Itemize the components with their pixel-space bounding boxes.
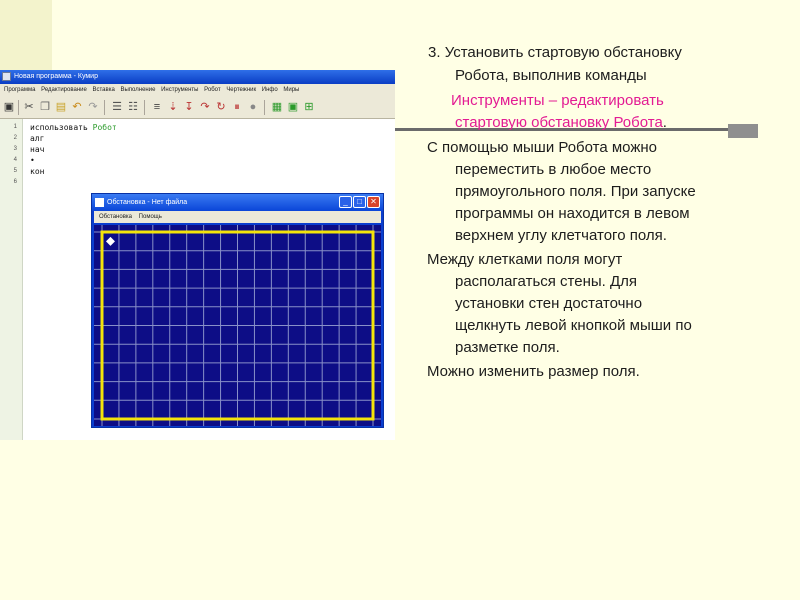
toolbar-separator: [18, 100, 19, 115]
menu-edit[interactable]: Редактирование: [41, 87, 87, 93]
line-number: 2: [13, 135, 17, 141]
menu-help[interactable]: Помощь: [139, 214, 162, 220]
paragraph2-line: разметке поля.: [455, 339, 560, 356]
kumir-app-icon: [2, 72, 11, 81]
menu-program[interactable]: Программа: [4, 87, 35, 93]
toolbar-separator: [264, 100, 265, 115]
paragraph1-line: прямоугольного поля. При запуске: [455, 183, 696, 200]
menu-insert[interactable]: Вставка: [93, 87, 115, 93]
step-over-icon[interactable]: ↷: [198, 100, 212, 114]
kumir-title-bar: Новая программа - Кумир: [0, 70, 395, 84]
code-line: нач: [30, 145, 45, 154]
pause-icon[interactable]: ⏸: [230, 100, 244, 114]
code-module-name: Робот: [92, 123, 117, 132]
paragraph1-line: С помощью мыши Робота можно: [427, 139, 658, 156]
robot-icon: [105, 236, 115, 246]
document-icon[interactable]: ☰: [110, 100, 124, 114]
close-icon[interactable]: ✕: [367, 196, 380, 208]
paragraph1-line: верхнем углу клетчатого поля.: [455, 227, 667, 244]
redo-icon[interactable]: ↷: [86, 100, 100, 114]
instruction-line1: Инструменты – редактировать: [451, 92, 664, 109]
minimize-icon[interactable]: _: [339, 196, 352, 208]
step-list-icon[interactable]: ≡: [150, 100, 164, 114]
menu-tools[interactable]: Инструменты: [161, 87, 198, 93]
paragraph2-line: Между клетками поля могут: [427, 251, 623, 268]
robot-field[interactable]: [94, 225, 381, 426]
kumir-toolbar: ▣ ✂ ❐ ▤ ↶ ↷ ☰ ☷ ≡ ⇣ ↧ ↷ ↻ ⏸ ● ▦ ▣ ⊞: [0, 97, 395, 119]
document-list-icon[interactable]: ☷: [126, 100, 140, 114]
code-keyword: использовать: [30, 123, 88, 132]
menu-info[interactable]: Инфо: [262, 87, 278, 93]
code-line: алг: [30, 134, 45, 143]
menu-obstanovka[interactable]: Обстановка: [99, 214, 132, 220]
instruction-period: .: [662, 114, 667, 131]
code-line: использовать Робот: [30, 122, 117, 133]
menu-run[interactable]: Выполнение: [120, 87, 155, 93]
code-editor[interactable]: использовать Робот алг нач • кон: [30, 122, 117, 177]
paragraph2-line: щелкнуть левой кнопкой мыши по: [455, 317, 692, 334]
save-icon[interactable]: ▣: [2, 100, 16, 114]
paragraph2-line: установки стен достаточно: [455, 295, 643, 312]
menu-worlds[interactable]: Миры: [283, 87, 299, 93]
kumir-title: Новая программа - Кумир: [14, 73, 98, 80]
menu-robot[interactable]: Робот: [204, 87, 220, 93]
line-number-gutter: 1 2 3 4 5 6: [0, 119, 23, 440]
step-out-icon[interactable]: ↻: [214, 100, 228, 114]
toolbar-separator: [144, 100, 145, 115]
step-into-icon[interactable]: ↧: [182, 100, 196, 114]
obstanovka-title-bar: Обстановка - Нет файла _ □ ✕: [92, 194, 383, 211]
robot-window-icon[interactable]: ⊞: [302, 100, 316, 114]
step-number: 3.: [428, 44, 441, 61]
slide-corner-band: [0, 0, 52, 70]
obstanovka-title: Обстановка - Нет файла: [107, 199, 188, 206]
paste-icon[interactable]: ▤: [54, 100, 68, 114]
line-number: 3: [13, 146, 17, 152]
maximize-icon[interactable]: □: [353, 196, 366, 208]
kumir-menu-bar: Программа Редактирование Вставка Выполне…: [0, 84, 395, 97]
obstanovka-window: Обстановка - Нет файла _ □ ✕ Обстановка …: [91, 193, 384, 428]
menu-drawer[interactable]: Чертежник: [226, 87, 256, 93]
paragraph2-line: располагаться стены. Для: [455, 273, 638, 290]
instruction-line2: стартовую обстановку Робота: [455, 114, 663, 131]
slide-divider-block: [728, 124, 758, 138]
obstanovka-menu-bar: Обстановка Помощь: [94, 211, 381, 223]
robot-grid-icon[interactable]: ▦: [270, 100, 284, 114]
robot-field-icon[interactable]: ▣: [286, 100, 300, 114]
step-text-line2: Робота, выполнив команды: [455, 67, 647, 84]
instruction-line2-wrap: стартовую обстановку Робота.: [455, 112, 667, 134]
step-line-1: 3. Установить стартовую обстановку: [428, 42, 682, 64]
line-number: 4: [13, 157, 17, 163]
copy-icon[interactable]: ❐: [38, 100, 52, 114]
code-line: •: [30, 156, 35, 165]
code-line: кон: [30, 167, 45, 176]
obstanovka-app-icon: [95, 198, 104, 207]
stop-icon[interactable]: ●: [246, 100, 260, 114]
paragraph3: Можно изменить размер поля.: [427, 363, 640, 380]
line-number: 1: [13, 124, 17, 130]
line-number: 6: [13, 179, 17, 185]
paragraph1-line: программы он находится в левом: [455, 205, 690, 222]
robot-field-grid[interactable]: [94, 225, 381, 426]
step-down-icon[interactable]: ⇣: [166, 100, 180, 114]
step-text-line1: Установить стартовую обстановку: [444, 44, 682, 61]
line-number: 5: [13, 168, 17, 174]
cut-icon[interactable]: ✂: [22, 100, 36, 114]
toolbar-separator: [104, 100, 105, 115]
undo-icon[interactable]: ↶: [70, 100, 84, 114]
paragraph1-line: переместить в любое место: [455, 161, 652, 178]
